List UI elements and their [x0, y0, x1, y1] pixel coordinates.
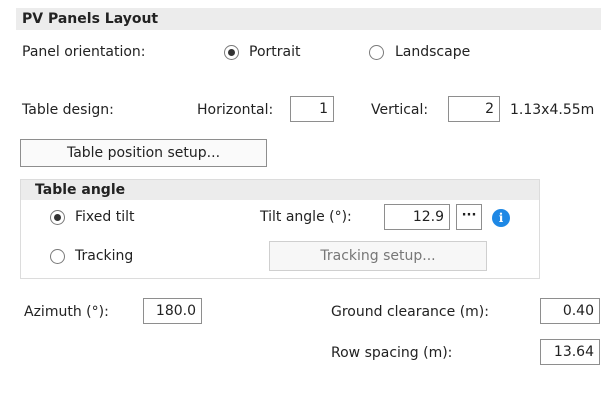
row-spacing-input[interactable]: 13.64 [540, 339, 600, 365]
tracking-radio[interactable] [50, 249, 65, 264]
tilt-options-button[interactable]: ··· [456, 204, 482, 230]
tracking-label[interactable]: Tracking [75, 248, 133, 264]
azimuth-label: Azimuth (°): [24, 304, 109, 320]
table-position-setup-button[interactable]: Table position setup... [20, 139, 267, 167]
tilt-angle-label: Tilt angle (°): [260, 209, 352, 225]
horizontal-input[interactable]: 1 [290, 96, 334, 122]
fixed-tilt-label[interactable]: Fixed tilt [75, 209, 135, 225]
ground-clearance-input[interactable]: 0.40 [540, 298, 600, 324]
fixed-tilt-radio[interactable] [50, 210, 65, 225]
row-spacing-label: Row spacing (m): [331, 345, 453, 361]
vertical-input[interactable]: 2 [448, 96, 500, 122]
panel-orientation-label: Panel orientation: [22, 44, 146, 60]
table-dimensions: 1.13x4.55m [510, 102, 595, 118]
table-angle-title: Table angle [21, 180, 539, 200]
landscape-label[interactable]: Landscape [395, 44, 470, 60]
tilt-angle-input[interactable]: 12.9 [384, 204, 450, 230]
horizontal-label: Horizontal: [197, 102, 274, 118]
ground-clearance-label: Ground clearance (m): [331, 304, 489, 320]
table-design-label: Table design: [22, 102, 114, 118]
section-title: PV Panels Layout [16, 8, 601, 30]
portrait-label[interactable]: Portrait [249, 44, 300, 60]
portrait-radio[interactable] [224, 45, 239, 60]
landscape-radio[interactable] [369, 45, 384, 60]
azimuth-input[interactable]: 180.0 [143, 298, 202, 324]
vertical-label: Vertical: [371, 102, 429, 118]
tracking-setup-button[interactable]: Tracking setup... [269, 241, 487, 271]
info-icon[interactable]: i [492, 209, 510, 227]
